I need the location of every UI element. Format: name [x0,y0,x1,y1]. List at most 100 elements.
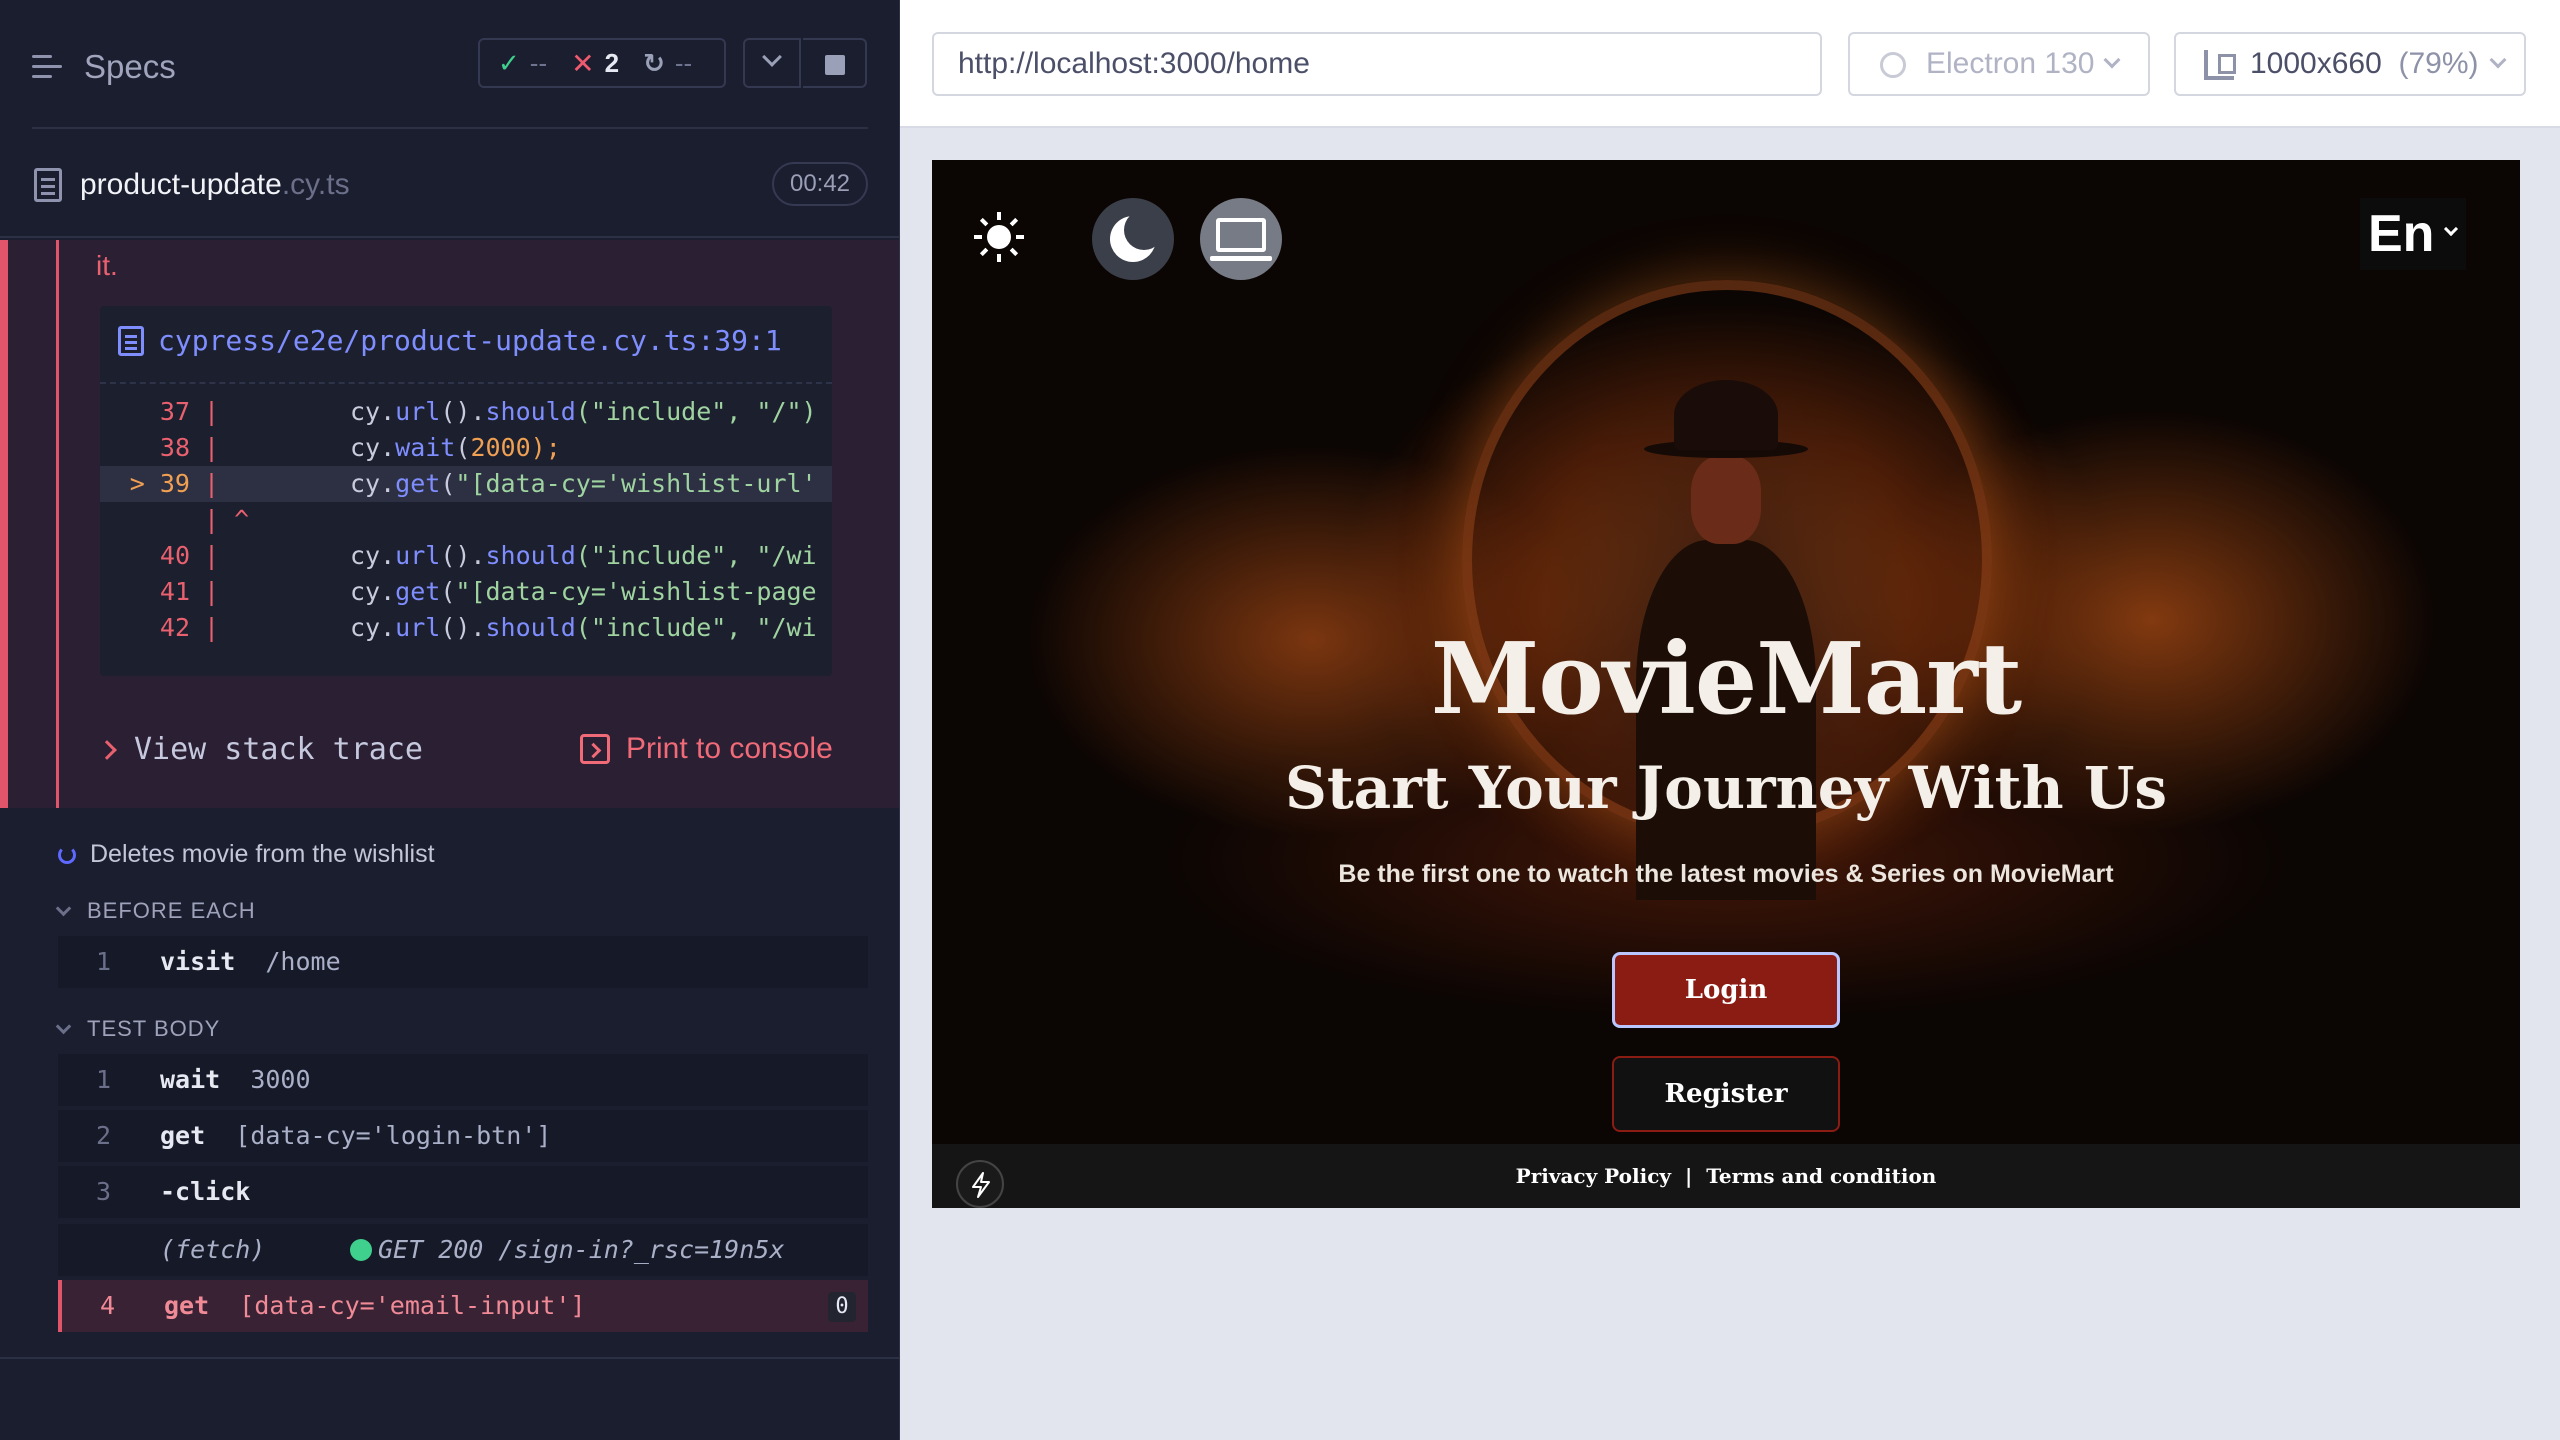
command-row[interactable]: 3 -click [58,1166,868,1218]
bolt-icon[interactable] [956,1160,1004,1208]
moon-icon[interactable] [1092,198,1174,280]
code-method: url [395,541,441,570]
passed-count: -- [529,47,548,78]
x-icon: ✕ [571,47,595,79]
command-name: get [160,1121,206,1150]
chevron-down-icon [55,1018,72,1034]
divider [100,382,832,384]
command-name: -click [160,1177,251,1206]
spec-name: product-update.cy.ts [80,168,350,202]
code-text: ( [455,433,471,462]
viewport-size: 1000x660 [2250,47,2382,80]
code-text: cy. [350,541,396,570]
code-frame: cypress/e2e/product-update.cy.ts:39:1 37… [100,306,832,676]
command-number: 2 [96,1121,112,1150]
code-args: "[data-cy='wishlist-page [455,577,817,606]
code-method: should [485,541,576,570]
code-args: ("include", "/wi [575,613,817,642]
url-bar[interactable]: http://localhost:3000/home [932,32,1822,96]
command-name: wait [160,1065,221,1094]
code-text: cy. [350,397,396,426]
browser-name: Electron 130 [1926,47,2095,80]
viewport-scale: (79%) [2398,47,2479,80]
language-select[interactable]: En [2360,198,2466,270]
error-panel: it. cypress/e2e/product-update.cy.ts:39:… [0,240,899,808]
command-row-failed[interactable]: 4 get [data-cy='email-input'] 0 [58,1280,868,1332]
chevron-down-icon [2489,51,2507,69]
command-arg: /home [265,947,341,976]
sun-icon[interactable] [974,212,1024,262]
browser-selector[interactable]: Electron 130 [1848,32,2150,96]
spec-duration: 00:42 [772,162,868,206]
footer: Privacy Policy | Terms and condition [932,1144,2520,1208]
language-label: En [2368,205,2435,263]
spec-ext: .cy.ts [281,168,350,201]
error-indicator-bar [0,240,8,808]
element-count-badge: 0 [828,1292,856,1322]
terms-link[interactable]: Terms and condition [1706,1164,1936,1188]
stop-button[interactable] [803,38,867,88]
code-method: wait [395,433,456,462]
fetch-log-row[interactable]: (fetch) GET 200 /sign-in?_rsc=19n5x [58,1224,868,1276]
code-line: 40 | cy.url().should("include", "/wi [100,538,832,574]
check-icon: ✓ [498,47,520,78]
file-path-link: cypress/e2e/product-update.cy.ts:39:1 [158,324,782,357]
command-name: visit [160,947,236,976]
terminal-icon [580,734,610,764]
code-method: get [395,469,441,498]
code-method: should [485,397,576,426]
command-row[interactable]: 1 wait 3000 [58,1054,868,1106]
laptop-icon[interactable] [1200,198,1282,280]
login-button[interactable]: Login [1612,952,1840,1028]
test-body-label: TEST BODY [87,1016,221,1041]
divider [32,127,868,129]
fetch-label: (fetch) [160,1235,266,1264]
error-message-tail: it. [96,250,118,281]
specs-toggle[interactable]: Specs [32,48,176,86]
browser-area: http://localhost:3000/home Electron 130 … [900,0,2560,1440]
command-arg: 3000 [250,1065,311,1094]
spec-filename: product-update [80,168,282,201]
specs-list-icon [32,53,64,81]
viewport-selector[interactable]: 1000x660 (79%) [2174,32,2526,96]
view-stack-trace-button[interactable]: View stack trace [97,732,423,767]
privacy-policy-link[interactable]: Privacy Policy [1516,1164,1671,1188]
code-line: 42 | cy.url().should("include", "/wi [100,610,832,646]
status-dot-icon [350,1239,372,1261]
test-body-header[interactable]: TEST BODY [55,1016,221,1042]
before-each-header[interactable]: BEFORE EACH [55,898,256,924]
footer-separator: | [1685,1164,1693,1188]
reporter-header: Specs ✓ -- ✕ 2 ↻ -- [0,0,899,130]
code-line: 38 | cy.wait(2000); [100,430,832,466]
failed-count: 2 [604,47,620,78]
code-args: 2000); [470,433,561,462]
command-row[interactable]: 1 visit /home [58,936,868,988]
code-line-highlighted: > 39 | cy.get("[data-cy='wishlist-url' [100,466,832,502]
code-caret-line: | ^ [100,502,832,538]
command-arg: [data-cy='login-btn'] [235,1121,552,1150]
command-number: 1 [96,947,112,976]
line-number: 38 [159,433,190,462]
gear-icon [1880,52,1906,78]
print-to-console-button[interactable]: Print to console [580,732,833,766]
register-button[interactable]: Register [1612,1056,1840,1132]
run-stats: ✓ -- ✕ 2 ↻ -- [478,38,726,88]
code-text: cy. [350,613,396,642]
code-frame-path[interactable]: cypress/e2e/product-update.cy.ts:39:1 [118,324,782,357]
stop-icon [825,55,845,75]
caret-marker: | ^ [204,505,250,534]
test-title[interactable]: Deletes movie from the wishlist [58,840,435,869]
line-number: > 39 [129,469,190,498]
command-row[interactable]: 2 get [data-cy='login-btn'] [58,1110,868,1162]
collapse-all-button[interactable] [743,38,801,88]
spec-row[interactable]: product-update.cy.ts 00:42 [0,140,899,238]
pending-count: -- [674,47,693,78]
hero-subtitle: Be the first one to watch the latest mov… [1338,860,2114,888]
line-number: 37 [159,397,190,426]
document-icon [34,168,62,202]
fetch-request: GET 200 /sign-in?_rsc=19n5x [378,1235,785,1264]
code-method: url [395,397,441,426]
chevron-down-icon [55,900,72,916]
code-text: ( [440,469,456,498]
chevron-down-icon [2443,221,2459,237]
